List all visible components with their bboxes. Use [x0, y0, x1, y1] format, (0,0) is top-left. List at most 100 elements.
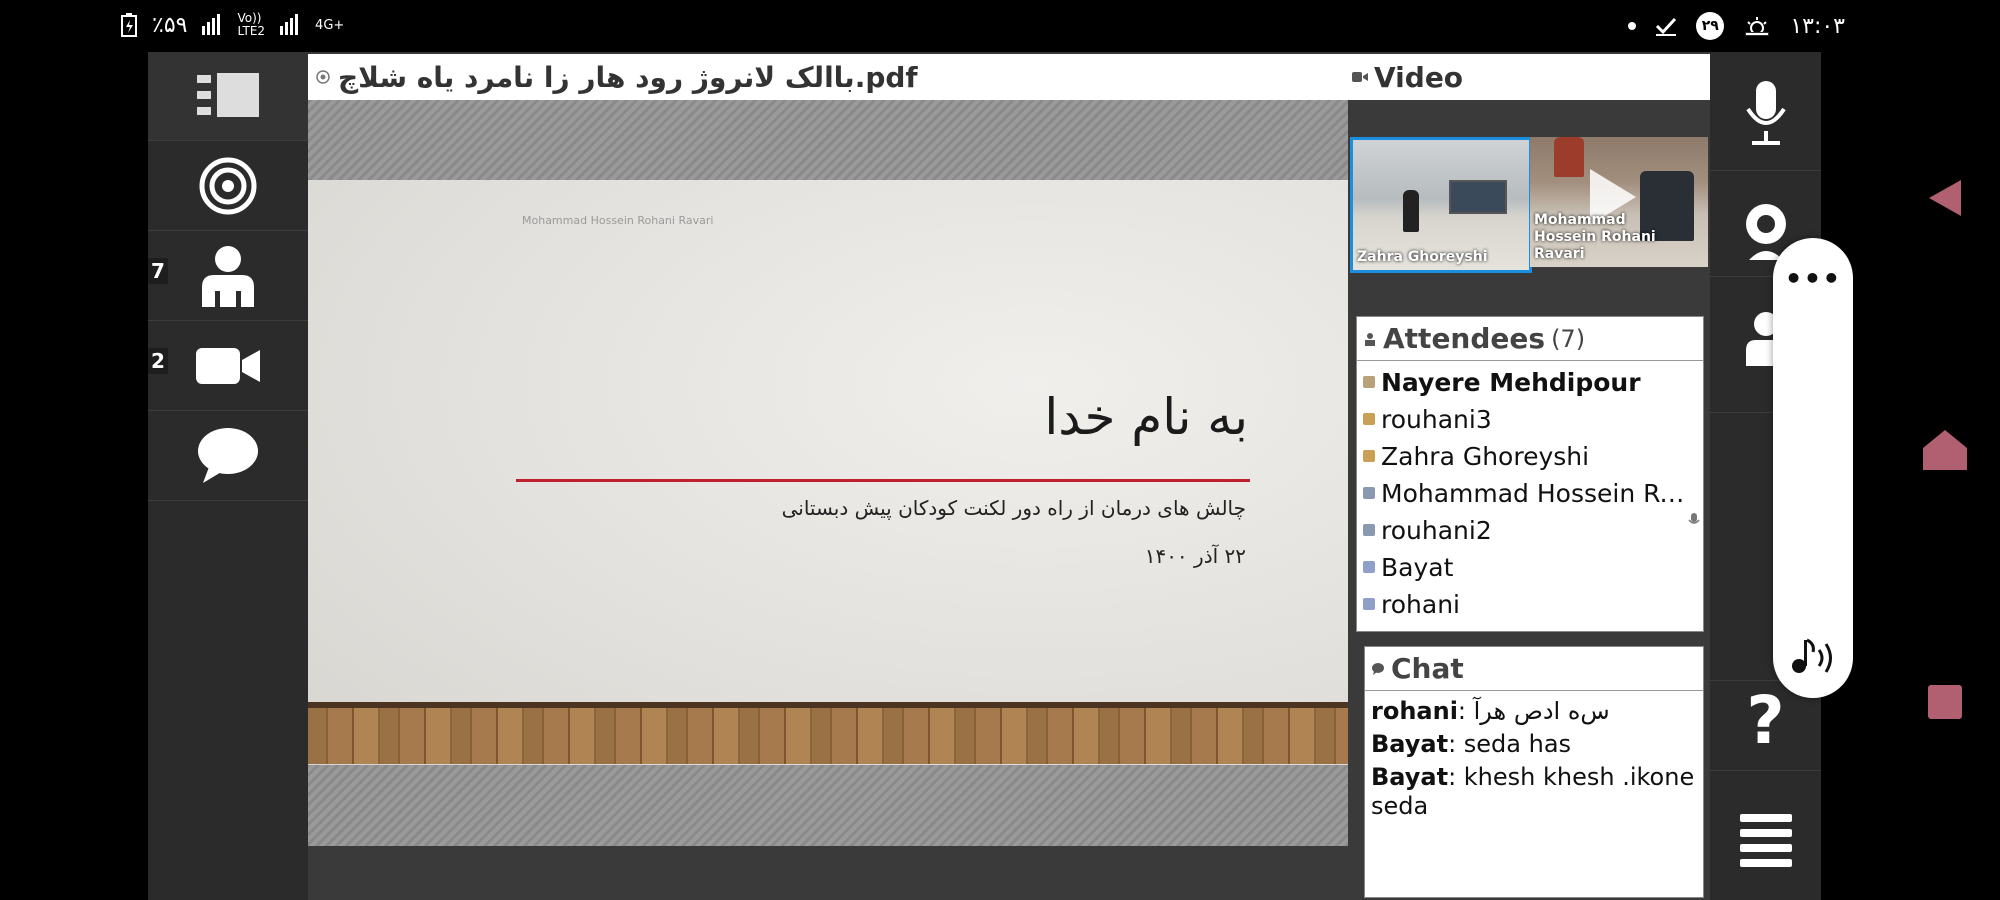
chat-heading: Chat [1391, 652, 1464, 685]
layout-button[interactable] [148, 52, 308, 141]
status-bar: ٪۵۹ Vo)) LTE2 4G+ ۲۹ ۱۳:۰۳ [0, 0, 2000, 52]
status-right: ۲۹ ۱۳:۰۳ [1628, 12, 1845, 40]
chat-message: rohani: س‌ه ادص هرآ [1371, 697, 1697, 726]
attendees-count: (7) [1551, 324, 1586, 353]
video-panel-header: Video [1348, 54, 1710, 100]
rail-divider [1710, 770, 1821, 771]
attendees-panel: Attendees (7) Nayere Mehdipour rouhani3 … [1356, 316, 1704, 632]
chat-rail-button[interactable] [148, 412, 308, 501]
lte-label: LTE2 [237, 24, 266, 38]
presentation-slide [308, 180, 1348, 765]
battery-icon [121, 13, 137, 37]
document-title-bar: باالک لانروژ رود هار زا نامرد یاه شلاچ.p… [308, 54, 1348, 100]
attendees-count-badge: 7 [148, 258, 168, 284]
nav-back-button[interactable] [1915, 168, 1975, 228]
video-scene-person [1403, 190, 1419, 232]
check-notification-icon [1656, 17, 1677, 36]
video-tile-mohammad[interactable]: Mohammad Hossein Rohani Ravari [1530, 137, 1708, 267]
chat-message: Bayat: khesh khesh .ikone seda [1371, 763, 1697, 821]
presenter-icon [1363, 376, 1375, 388]
video-count-badge: 2 [148, 348, 168, 374]
attendees-rail-button[interactable] [148, 232, 308, 321]
slide-divider [516, 479, 1250, 482]
attendee-name: rohani [1381, 589, 1460, 619]
attendee-row[interactable]: Zahra Ghoreyshi [1363, 438, 1693, 474]
attendee-name: Zahra Ghoreyshi [1381, 441, 1590, 471]
attendee-row[interactable]: Nayere Mehdipour [1363, 364, 1693, 400]
camera-rail-button[interactable] [148, 322, 308, 411]
camera-icon [196, 348, 260, 384]
dot-icon [1628, 22, 1637, 30]
slide-author: Mohammad Hossein Rohani Ravari [522, 214, 714, 227]
microphone-icon [1745, 81, 1786, 145]
video-scene-screen [1449, 180, 1507, 214]
video-tile-label: Mohammad Hossein Rohani Ravari [1534, 212, 1656, 262]
chat-header-icon [1372, 662, 1384, 675]
video-tile-label: Zahra Ghoreyshi [1357, 249, 1488, 265]
rail-divider [1710, 170, 1821, 171]
status-left: ٪۵۹ Vo)) LTE2 4G+ [120, 12, 344, 38]
menu-button[interactable] [1710, 796, 1821, 884]
slide-date: ۲۲ آذر ۱۴۰۰ [1144, 544, 1246, 568]
chat-message: Bayat: seda has [1371, 730, 1697, 759]
audio-icon[interactable] [1791, 636, 1837, 676]
volte-indicator: Vo)) LTE2 [237, 12, 265, 38]
home-icon [1923, 430, 1967, 470]
clock: ۱۳:۰۳ [1790, 13, 1845, 39]
webcam-user-icon [1363, 524, 1375, 536]
webcam-user-icon [1363, 487, 1375, 499]
attendees-header-icon [1365, 332, 1375, 346]
chat-text: : seda has [1448, 730, 1572, 758]
menu-icon [1739, 814, 1792, 867]
slide-floor-image [308, 702, 1348, 764]
microphone-small-icon [1688, 513, 1700, 524]
user-icon [1363, 598, 1375, 610]
video-scene-person [1554, 137, 1584, 177]
back-icon [1929, 180, 1961, 216]
left-rail: 7 2 [148, 52, 308, 900]
target-icon [199, 157, 257, 215]
help-icon: ? [1746, 681, 1785, 759]
signal-icon-2 [280, 14, 299, 35]
attendee-name: rouhani3 [1381, 404, 1492, 434]
nav-home-button[interactable] [1915, 420, 1975, 480]
nav-recents-button[interactable] [1915, 672, 1975, 732]
chat-sender: Bayat [1371, 763, 1449, 791]
microphone-button[interactable] [1710, 70, 1821, 158]
slide-subtitle: چالش های درمان از راه دور لکنت کودکان پی… [781, 496, 1246, 520]
signal-icon [202, 14, 221, 35]
layout-icon [197, 73, 259, 117]
slide-title: به نام خدا [1044, 388, 1248, 446]
more-options-icon[interactable]: ••• [1773, 262, 1853, 295]
chat-panel: Chat rohani: س‌ه ادص هرآ Bayat: seda has… [1364, 646, 1704, 898]
attendee-row[interactable]: rohani [1363, 586, 1693, 622]
video-heading: Video [1374, 60, 1464, 94]
video-tile-zahra[interactable]: Zahra Ghoreyshi [1350, 137, 1532, 273]
attendee-row[interactable]: Mohammad Hossein Roh. [1363, 475, 1693, 511]
document-status-icon [316, 70, 330, 84]
user-icon [1363, 561, 1375, 573]
battery-level: ٪۵۹ [152, 12, 188, 38]
weather-icon [1745, 17, 1770, 36]
target-button[interactable] [148, 142, 308, 231]
attendee-name: rouhani2 [1381, 515, 1492, 545]
floating-call-pill[interactable]: ••• [1773, 238, 1853, 698]
attendee-name: Nayere Mehdipour [1381, 367, 1641, 397]
attendee-row[interactable]: rouhani2 [1363, 512, 1693, 548]
attendees-heading: Attendees [1383, 322, 1546, 355]
document-filename: باالک لانروژ رود هار زا نامرد یاه شلاچ.p… [338, 60, 918, 94]
chat-bubble-icon [198, 428, 258, 483]
attendee-row[interactable]: Bayat [1363, 549, 1693, 585]
attendees-header: Attendees (7) [1357, 317, 1703, 361]
chat-text: : س‌ه ادص هرآ [1457, 697, 1610, 725]
user-icon [1363, 413, 1375, 425]
attendees-icon [202, 246, 254, 307]
user-icon [1363, 450, 1375, 462]
recents-icon [1928, 685, 1962, 719]
chat-sender: Bayat [1371, 730, 1449, 758]
notification-badge: ۲۹ [1696, 12, 1725, 40]
network-4g-label: 4G+ [315, 17, 345, 33]
attendee-row[interactable]: rouhani3 [1363, 401, 1693, 437]
chat-header: Chat [1365, 647, 1703, 691]
chat-sender: rohani [1371, 697, 1458, 725]
